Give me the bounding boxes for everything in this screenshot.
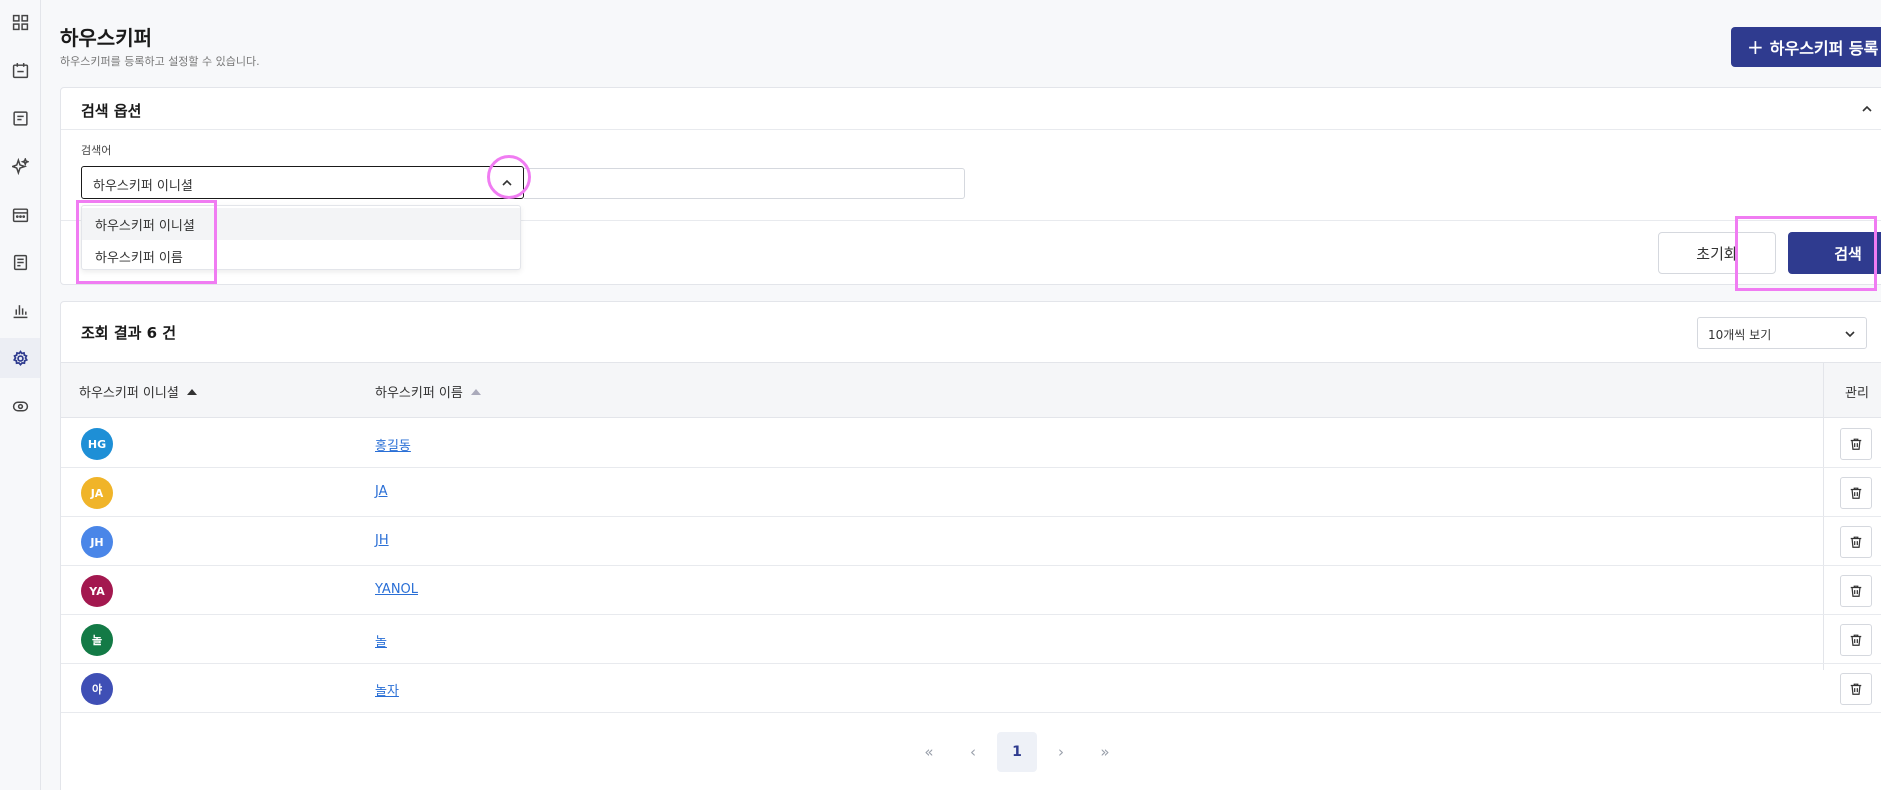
search-type-value: 하우스키퍼 이니셜 <box>93 179 193 194</box>
housekeeper-name-link[interactable]: JA <box>375 484 388 499</box>
column-name-label: 하우스키퍼 이름 <box>375 386 463 401</box>
trash-icon <box>1850 585 1862 597</box>
gear-icon <box>12 349 28 366</box>
housekeeper-name-link[interactable]: 놀 <box>375 631 387 650</box>
next-page-button[interactable]: › <box>1041 732 1081 772</box>
sidebar <box>0 0 41 790</box>
trash-icon <box>1850 438 1862 450</box>
chevron-down-icon <box>1845 331 1855 338</box>
nav-documents[interactable] <box>0 98 40 138</box>
bar-chart-icon <box>13 304 27 318</box>
dropdown-option-name[interactable]: 하우스키퍼 이름 <box>82 240 520 272</box>
table-row: JH JH <box>61 517 1881 566</box>
search-type-select[interactable]: 하우스키퍼 이니셜 <box>81 166 524 199</box>
column-manage: 관리 <box>1845 382 1869 401</box>
reset-button[interactable]: 초기화 <box>1658 232 1776 274</box>
dropdown-option-initial[interactable]: 하우스키퍼 이니셜 <box>82 208 520 240</box>
eye-icon <box>12 401 28 411</box>
add-housekeeper-button[interactable]: + 하우스키퍼 등록 <box>1731 27 1881 67</box>
nav-view[interactable] <box>0 386 40 426</box>
search-type-dropdown: 하우스키퍼 이니셜 하우스키퍼 이름 <box>81 205 521 270</box>
nav-sparkle[interactable] <box>0 146 40 186</box>
avatar: 야 <box>81 673 113 705</box>
main-content: 하우스키퍼 하우스키퍼를 등록하고 설정할 수 있습니다. + 하우스키퍼 등록… <box>41 0 1881 790</box>
table-row: HG 홍길동 <box>61 419 1881 468</box>
avatar: JA <box>81 477 113 509</box>
search-field-label: 검색어 <box>81 144 112 157</box>
plus-icon: + <box>1747 35 1764 59</box>
sparkle-icon <box>11 157 29 175</box>
page-size-value: 10개씩 보기 <box>1708 328 1772 342</box>
trash-icon <box>1850 683 1862 695</box>
trash-icon <box>1850 634 1862 646</box>
table-row: 야 놀자 <box>61 664 1881 713</box>
nav-checklist[interactable] <box>0 242 40 282</box>
delete-button[interactable] <box>1840 575 1872 607</box>
dashboard-grid-icon <box>12 14 28 30</box>
page-title: 하우스키퍼 <box>60 26 152 50</box>
column-manage-label: 관리 <box>1845 386 1869 401</box>
avatar: HG <box>81 428 113 460</box>
results-title: 조회 결과 6 건 <box>81 324 177 342</box>
delete-button[interactable] <box>1840 428 1872 460</box>
delete-button[interactable] <box>1840 673 1872 705</box>
avatar: YA <box>81 575 113 607</box>
page-size-select[interactable]: 10개씩 보기 <box>1697 317 1867 349</box>
search-options-title: 검색 옵션 <box>81 102 142 120</box>
calendar-icon <box>12 62 28 78</box>
nav-settings[interactable] <box>0 338 40 378</box>
pagination: « ‹ 1 › » <box>61 732 1881 772</box>
schedule-icon <box>12 207 28 222</box>
chevron-up-icon[interactable] <box>1859 101 1875 117</box>
table-row: YA YANOL <box>61 566 1881 615</box>
avatar: JH <box>81 526 113 558</box>
trash-icon <box>1850 487 1862 499</box>
page-subtitle: 하우스키퍼를 등록하고 설정할 수 있습니다. <box>60 55 260 68</box>
table-row: JA JA <box>61 468 1881 517</box>
delete-button[interactable] <box>1840 526 1872 558</box>
table-header: 하우스키퍼 이니셜 하우스키퍼 이름 관리 <box>61 362 1881 418</box>
housekeeper-name-link[interactable]: JH <box>375 533 389 548</box>
search-button[interactable]: 검색 <box>1788 232 1881 274</box>
sort-up-icon <box>470 388 481 395</box>
document-icon <box>12 110 28 126</box>
last-page-button[interactable]: » <box>1085 732 1125 772</box>
table-row: 놀놀 <box>61 615 1881 664</box>
housekeeper-name-link[interactable]: YANOL <box>375 582 418 597</box>
nav-dashboard[interactable] <box>0 2 40 42</box>
sort-up-icon <box>186 388 197 395</box>
delete-button[interactable] <box>1840 624 1872 656</box>
prev-page-button[interactable]: ‹ <box>953 732 993 772</box>
column-initial-label: 하우스키퍼 이니셜 <box>79 386 179 401</box>
nav-calendar[interactable] <box>0 50 40 90</box>
housekeeper-name-link[interactable]: 놀자 <box>375 680 399 699</box>
add-housekeeper-label: 하우스키퍼 등록 <box>1769 39 1879 58</box>
avatar: 놀 <box>81 624 113 656</box>
nav-statistics[interactable] <box>0 290 40 330</box>
housekeeper-name-link[interactable]: 홍길동 <box>375 435 411 454</box>
column-initial[interactable]: 하우스키퍼 이니셜 <box>79 382 197 401</box>
page-1-button[interactable]: 1 <box>997 732 1037 772</box>
chevron-up-icon[interactable] <box>499 175 515 191</box>
search-options-header[interactable]: 검색 옵션 <box>61 88 1881 130</box>
delete-button[interactable] <box>1840 477 1872 509</box>
trash-icon <box>1850 536 1862 548</box>
nav-schedule[interactable] <box>0 194 40 234</box>
results-card: 조회 결과 6 건 10개씩 보기 하우스키퍼 이니셜 하우스키퍼 이름 관리 … <box>60 301 1881 790</box>
checklist-icon <box>13 254 27 270</box>
search-input[interactable] <box>524 168 965 199</box>
column-name[interactable]: 하우스키퍼 이름 <box>375 382 481 401</box>
first-page-button[interactable]: « <box>909 732 949 772</box>
